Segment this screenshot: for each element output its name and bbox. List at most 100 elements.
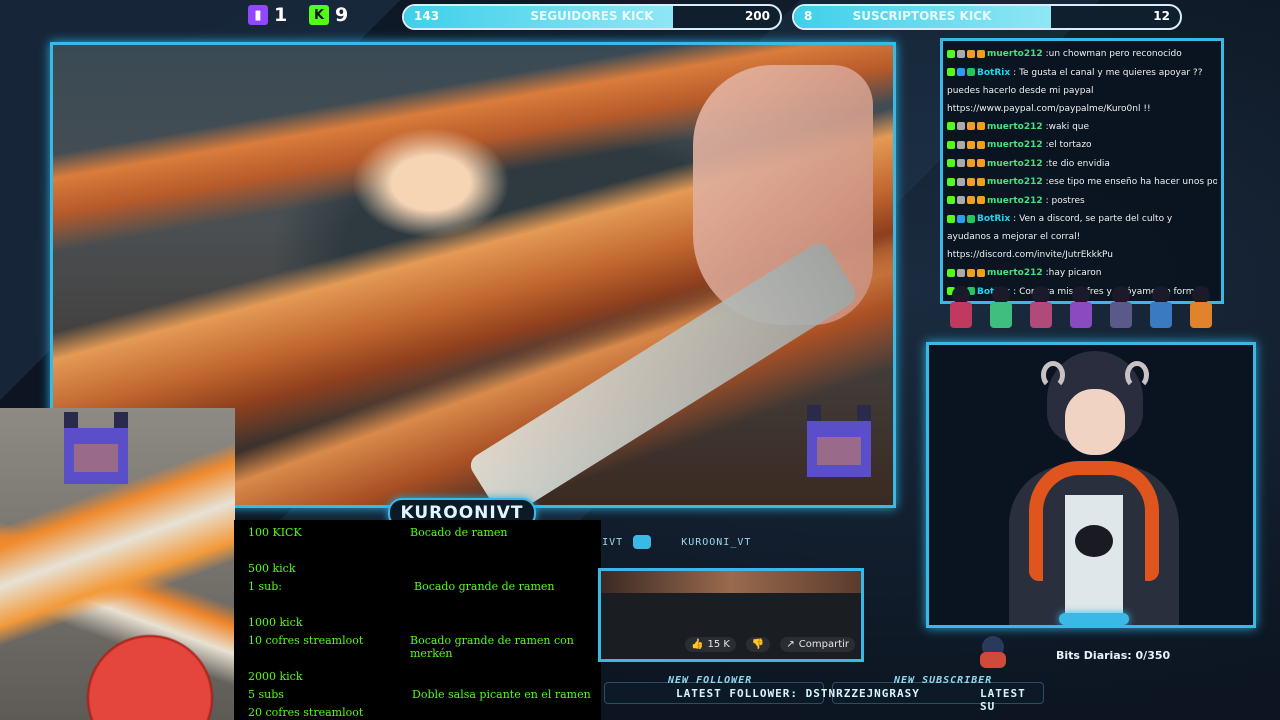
bits-label: Bits Diarias: [1056, 649, 1132, 662]
social-youtube-handle[interactable]: KUROONI_VT [681, 537, 751, 548]
chat-text: :te dio envidia [1045, 158, 1110, 169]
chat-message: muerto212:un chowman pero reconocido [947, 45, 1217, 64]
chat-username[interactable]: muerto212 [987, 159, 1043, 169]
share-button[interactable]: ↗ Compartir [780, 637, 856, 652]
subs-goal-target: 12 [1153, 9, 1170, 23]
reward-req: 1000 kick [248, 616, 303, 629]
user-badge-icon [957, 122, 965, 130]
webcam-snacks [0, 408, 235, 720]
user-badge-icon [957, 177, 965, 186]
user-badge-icon [957, 214, 965, 223]
bits-value: 0/350 [1135, 649, 1171, 662]
share-icon: ↗ [786, 639, 795, 650]
new-follower-label: NEW FOLLOWER [668, 675, 753, 686]
reward-req: 5 subs [248, 688, 284, 701]
chat-username[interactable]: muerto212 [987, 177, 1043, 187]
preview-thumbnail [601, 571, 861, 593]
critter-sprite [1184, 282, 1218, 330]
user-badge-icon [947, 196, 955, 204]
horn-icon [1125, 361, 1149, 389]
twitch-viewer-count: 1 [274, 4, 288, 26]
thumbs-down-icon: 👎 [751, 639, 765, 650]
pixel-mascot [799, 401, 879, 481]
user-badge-icon [947, 177, 955, 186]
youtube-icon [633, 535, 652, 549]
reward-req: 20 cofres streamloot [248, 706, 364, 719]
reward-req: 2000 kick [248, 670, 303, 683]
reward-req: 500 kick [248, 562, 296, 575]
user-badge-icon [957, 268, 965, 277]
user-badge-icon [967, 268, 975, 277]
chat-text: : postres [1045, 195, 1085, 206]
chat-text: :el tortazo [1045, 140, 1092, 150]
chat-text: :waki que [1045, 121, 1090, 132]
horn-icon [1041, 361, 1065, 389]
chat-username[interactable]: muerto212 [987, 196, 1043, 206]
chat-message: muerto212:te dio envidia [947, 155, 1217, 174]
user-badge-icon [977, 122, 985, 130]
chat-message: muerto212:ese tipo me enseño ha hacer un… [947, 173, 1217, 192]
chat-username[interactable]: BotRix [977, 214, 1010, 224]
chat-text: :hay picaron [1045, 268, 1102, 278]
chat-critters [944, 282, 1228, 332]
reward-prize: Doble salsa picante en el ramen [412, 688, 591, 701]
critter-sprite [1144, 282, 1178, 330]
latest-subscriber: LATEST SU [980, 687, 1026, 713]
chat-message-list: muerto212:un chowman pero reconocido BotR… [947, 45, 1217, 301]
reward-prize: Bocado de ramen [410, 526, 508, 539]
user-badge-icon [967, 68, 975, 76]
user-badge-icon [947, 140, 955, 149]
user-badge-icon [967, 140, 975, 149]
user-badge-icon [947, 68, 955, 76]
user-badge-icon [977, 196, 985, 204]
user-badge-icon [947, 159, 955, 167]
user-badge-icon [977, 159, 985, 167]
user-badge-icon [957, 140, 965, 149]
critter-sprite [1064, 282, 1098, 330]
chat-username[interactable]: muerto212 [987, 49, 1043, 59]
user-badge-icon [977, 140, 985, 149]
critter-sprite [984, 282, 1018, 330]
user-badge-icon [957, 68, 965, 76]
video-preview: 👍 15 K 👎 ↗ Compartir [598, 568, 864, 662]
kick-icon: K [309, 5, 329, 25]
twitch-viewers: ▮ 1 [248, 4, 287, 26]
top-stats-bar: ▮ 1 K 9 143 SEGUIDORES KICK 200 8 SUSCRI… [0, 0, 1280, 34]
user-badge-icon [967, 196, 975, 204]
chat-username[interactable]: BotRix [977, 68, 1010, 78]
user-badge-icon [957, 49, 965, 58]
vtuber-frame [926, 342, 1256, 628]
chat-username[interactable]: muerto212 [987, 268, 1043, 278]
subs-goal-label: SUSCRIPTORES KICK [852, 9, 992, 23]
user-badge-icon [947, 268, 955, 277]
reward-req: 100 KICK [248, 526, 302, 539]
user-badge-icon [977, 268, 985, 277]
reward-req: 10 cofres streamloot [248, 634, 364, 647]
chat-message: muerto212:el tortazo [947, 136, 1217, 155]
chat-username[interactable]: muerto212 [987, 122, 1043, 132]
critter-sprite [944, 282, 978, 330]
bits-mascot-icon [976, 632, 1010, 670]
user-badge-icon [947, 122, 955, 130]
twitch-icon: ▮ [248, 5, 268, 25]
dislike-button[interactable]: 👎 [745, 637, 771, 652]
reward-prize: Bocado grande de ramen con merkén [410, 634, 574, 660]
chat-username[interactable]: muerto212 [987, 140, 1043, 150]
vtuber-frame-accent [1059, 613, 1129, 625]
latest-follower: LATEST FOLLOWER: DSTNRZZEJNGRASY [676, 687, 920, 700]
share-label: Compartir [798, 639, 850, 650]
bits-daily: Bits Diarias: 0/350 [1056, 649, 1170, 662]
user-badge-icon [957, 159, 965, 167]
chat-message: BotRix: Ven a discord, se parte del cult… [947, 210, 1217, 264]
critter-sprite [1104, 282, 1138, 330]
new-subscriber-label: NEW SUBSCRIBER [894, 675, 993, 686]
vtuber-face [1065, 389, 1125, 455]
chat-message: muerto212:waki que [947, 118, 1217, 137]
user-badge-icon [967, 214, 975, 223]
chat-panel: muerto212:un chowman pero reconocido BotR… [940, 38, 1224, 304]
reward-prize: Bocado grande de ramen [414, 580, 555, 593]
like-button[interactable]: 👍 15 K [685, 637, 736, 652]
bottom-alerts-bar: NEW FOLLOWER LATEST FOLLOWER: DSTNRZZEJN… [604, 672, 1044, 720]
chat-text: :un chowman pero reconocido [1045, 49, 1182, 59]
like-count: 15 K [707, 639, 730, 650]
